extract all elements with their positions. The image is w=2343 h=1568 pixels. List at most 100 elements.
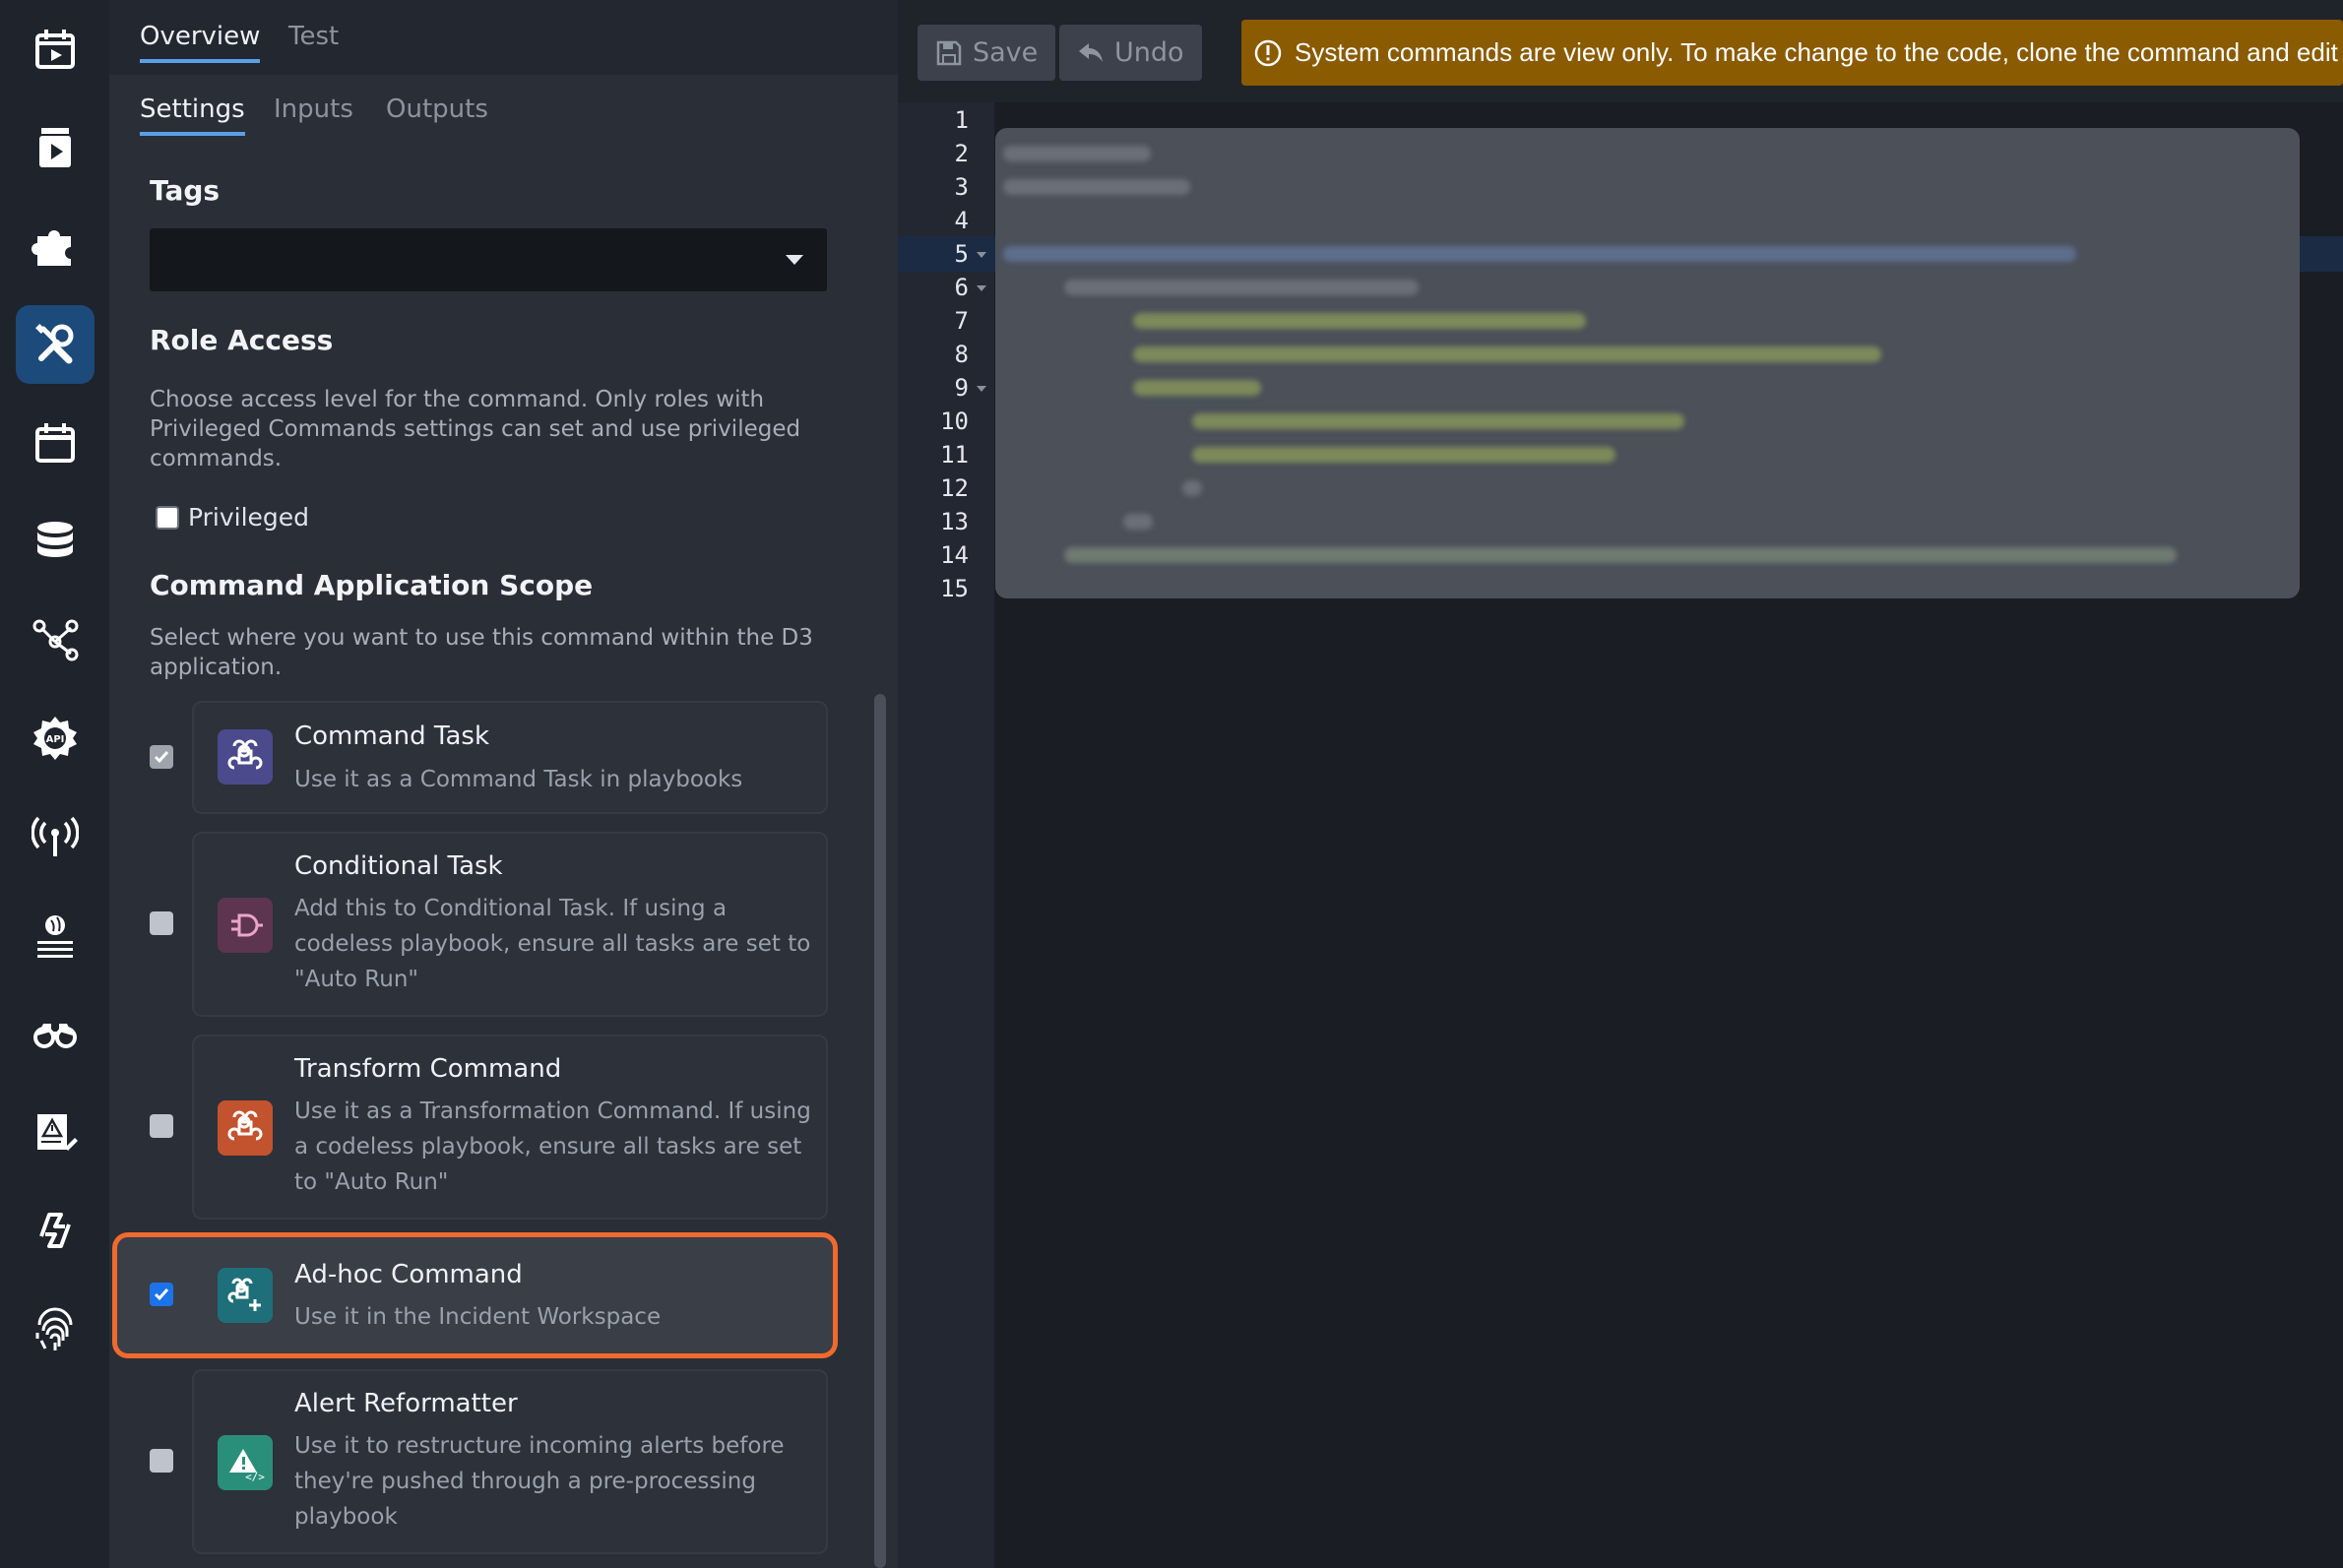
nav-item-feeds[interactable] (16, 797, 95, 876)
calendar-play-icon (35, 30, 75, 69)
scope-title: Command Application Scope (150, 569, 594, 601)
line-number: 13 (940, 508, 969, 535)
line-number: 6 (954, 274, 969, 301)
fold-arrow-icon[interactable] (977, 252, 986, 258)
line-number: 2 (954, 140, 969, 167)
line-number: 11 (940, 441, 969, 469)
option-subtitle: Use it as a Command Task in playbooks (294, 767, 743, 792)
checkmark-icon (154, 1288, 169, 1301)
scope-description: Select where you want to use this comman… (150, 625, 813, 680)
tab-outputs[interactable]: Outputs (386, 94, 488, 124)
line-number: 5 (954, 240, 969, 268)
antenna-icon (32, 816, 79, 856)
option-subtitle: Use it as a Transformation Command. If u… (294, 1098, 811, 1195)
alert-reformatter-checkbox[interactable] (150, 1449, 173, 1473)
share-nodes-icon (32, 619, 79, 661)
option-subtitle: Add this to Conditional Task. If using a… (294, 896, 811, 992)
fold-arrow-icon[interactable] (977, 386, 986, 392)
nav-item-playbooks[interactable] (16, 108, 95, 187)
sync-icon (39, 1213, 71, 1248)
nav-rail: API (0, 0, 109, 1568)
line-number: 14 (940, 541, 969, 569)
nav-item-incidents[interactable] (16, 10, 95, 89)
option-title: Conditional Task (294, 851, 503, 881)
command-icon (218, 729, 273, 784)
undo-button[interactable]: Undo (1059, 25, 1202, 81)
calendar-icon (35, 423, 75, 463)
line-number: 10 (940, 408, 969, 435)
nav-item-data[interactable] (16, 502, 95, 581)
checkmark-icon (154, 751, 169, 764)
database-icon (37, 522, 73, 557)
line-number: 3 (954, 173, 969, 201)
conditional-task-checkbox[interactable] (150, 911, 173, 935)
adhoc-command-checkbox[interactable] (150, 1283, 173, 1306)
nav-item-api[interactable]: API (16, 699, 95, 778)
command-settings-panel: Overview Test Settings Inputs Outputs Ta… (109, 0, 898, 1568)
svg-text:</>: </> (245, 1471, 265, 1482)
line-number: 1 (954, 106, 969, 134)
command-task-checkbox[interactable] (150, 745, 173, 769)
alert-edit-icon (37, 1114, 78, 1151)
nav-item-integrations[interactable] (16, 207, 95, 285)
transform-command-checkbox[interactable] (150, 1114, 173, 1138)
save-label: Save (973, 37, 1039, 68)
nav-item-utilities[interactable] (16, 305, 95, 384)
line-number: 9 (954, 374, 969, 402)
nav-item-sync[interactable] (16, 1191, 95, 1270)
privileged-label: Privileged (188, 503, 310, 532)
line-number: 4 (954, 207, 969, 234)
tab-test[interactable]: Test (288, 22, 339, 51)
option-title: Alert Reformatter (294, 1389, 518, 1418)
scope-option-transform-command[interactable]: Transform Command Use it as a Transforma… (192, 1035, 828, 1220)
option-title: Command Task (294, 721, 490, 751)
option-title: Ad-hoc Command (294, 1260, 523, 1289)
privileged-checkbox[interactable] (156, 506, 179, 530)
scope-option-command-task[interactable]: Command Task Use it as a Command Task in… (192, 701, 828, 814)
line-number: 12 (940, 474, 969, 502)
role-access-description: Choose access level for the command. Onl… (150, 387, 801, 471)
line-number: 7 (954, 307, 969, 335)
blurred-code-overlay (995, 128, 2300, 598)
logic-gate-icon (218, 898, 273, 953)
chevron-down-icon (786, 255, 803, 265)
api-gear-icon: API (33, 717, 77, 760)
tags-dropdown[interactable] (150, 228, 827, 291)
scope-option-conditional-task[interactable]: Conditional Task Add this to Conditional… (192, 832, 828, 1017)
nav-item-identity[interactable] (16, 1289, 95, 1368)
save-button[interactable]: Save (918, 25, 1056, 81)
playbook-icon (39, 128, 71, 167)
undo-icon (1079, 42, 1103, 62)
line-number: 8 (954, 341, 969, 368)
role-access-title: Role Access (150, 324, 334, 356)
option-subtitle: Use it to restructure incoming alerts be… (294, 1433, 785, 1530)
tags-title: Tags (150, 174, 221, 207)
undo-label: Undo (1114, 37, 1184, 68)
nav-item-schedules[interactable] (16, 404, 95, 482)
view-only-warning-banner: System commands are view only. To make c… (1241, 20, 2343, 86)
tab-inputs[interactable]: Inputs (274, 94, 353, 124)
panel-scrollbar[interactable] (874, 694, 886, 1568)
tab-settings[interactable]: Settings (140, 94, 245, 136)
line-number: 15 (940, 575, 969, 602)
puzzle-icon (32, 230, 71, 266)
scope-option-adhoc-command[interactable]: Ad-hoc Command Use it in the Incident Wo… (192, 1242, 828, 1348)
option-subtitle: Use it in the Incident Workspace (294, 1304, 662, 1330)
warning-text: System commands are view only. To make c… (1295, 37, 2338, 67)
globe-feed-icon (37, 915, 73, 958)
nav-item-connections[interactable] (16, 600, 95, 679)
floppy-disk-icon (936, 40, 962, 65)
nav-item-investigations[interactable] (16, 994, 95, 1073)
binoculars-icon (33, 1024, 77, 1048)
transform-command-icon (218, 1100, 273, 1156)
exclamation-circle-icon (1254, 39, 1282, 66)
nav-item-reports[interactable] (16, 1093, 95, 1171)
fold-arrow-icon[interactable] (977, 285, 986, 291)
option-title: Transform Command (294, 1054, 562, 1084)
top-tab-bar: Overview Test (109, 0, 898, 75)
adhoc-command-icon (218, 1268, 273, 1323)
scope-option-alert-reformatter[interactable]: </> Alert Reformatter Use it to restruct… (192, 1369, 828, 1554)
alert-code-icon: </> (218, 1435, 273, 1490)
tab-overview[interactable]: Overview (140, 22, 261, 63)
nav-item-threat-intel[interactable] (16, 896, 95, 974)
